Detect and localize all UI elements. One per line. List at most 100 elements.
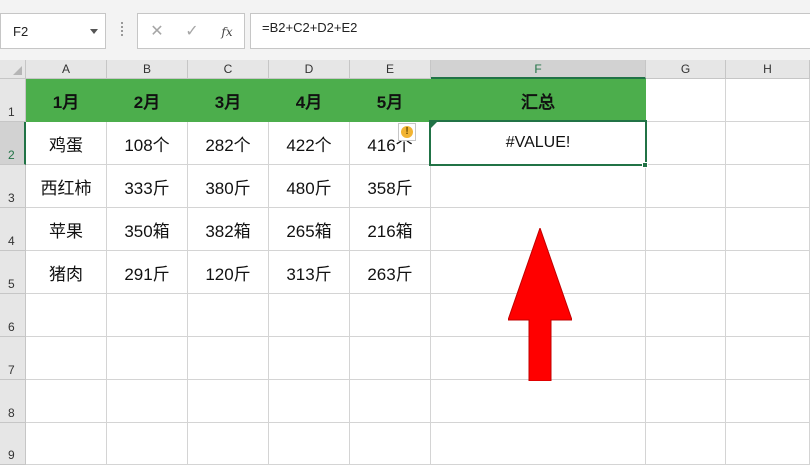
cell-e4[interactable]: 216箱 — [350, 208, 431, 251]
formula-input[interactable]: =B2+C2+D2+E2 — [250, 13, 810, 49]
column-header-c[interactable]: C — [188, 60, 269, 79]
row-header-6[interactable]: 6 — [0, 294, 26, 337]
row-header-8[interactable]: 8 — [0, 380, 26, 423]
cell-c5[interactable]: 120斤 — [188, 251, 269, 294]
cell-a3[interactable]: 西红柿 — [26, 165, 107, 208]
exclamation-icon: ! — [401, 126, 413, 138]
cell-f1[interactable]: 汇总 — [431, 79, 646, 122]
cancel-icon[interactable]: ✕ — [147, 22, 167, 42]
error-warning-button[interactable]: ! — [398, 123, 416, 141]
formula-bar: F2 ✕ ✓ fx =B2+C2+D2+E2 — [0, 0, 810, 60]
cell-g3[interactable] — [646, 165, 726, 208]
cell-c1[interactable]: 3月 — [188, 79, 269, 122]
cell-b6[interactable] — [107, 294, 188, 337]
name-box-value: F2 — [13, 24, 29, 39]
column-header-a[interactable]: A — [26, 60, 107, 79]
cell-f9[interactable] — [431, 423, 646, 465]
cell-a5[interactable]: 猪肉 — [26, 251, 107, 294]
cell-a8[interactable] — [26, 380, 107, 423]
cell-d1[interactable]: 4月 — [269, 79, 350, 122]
cell-g5[interactable] — [646, 251, 726, 294]
column-header-b[interactable]: B — [107, 60, 188, 79]
cell-d7[interactable] — [269, 337, 350, 380]
column-header-g[interactable]: G — [646, 60, 726, 79]
cell-b2[interactable]: 108个 — [107, 122, 188, 165]
cell-g4[interactable] — [646, 208, 726, 251]
cell-a1[interactable]: 1月 — [26, 79, 107, 122]
insert-function-icon[interactable]: fx — [217, 22, 237, 42]
cell-c7[interactable] — [188, 337, 269, 380]
cell-c6[interactable] — [188, 294, 269, 337]
cell-h3[interactable] — [726, 165, 810, 208]
cell-d2[interactable]: 422个 — [269, 122, 350, 165]
cell-h5[interactable] — [726, 251, 810, 294]
row-header-4[interactable]: 4 — [0, 208, 26, 251]
cell-c3[interactable]: 380斤 — [188, 165, 269, 208]
cell-a9[interactable] — [26, 423, 107, 465]
cell-a4[interactable]: 苹果 — [26, 208, 107, 251]
cell-e7[interactable] — [350, 337, 431, 380]
select-all-button[interactable] — [0, 60, 26, 79]
cell-g9[interactable] — [646, 423, 726, 465]
cell-e2[interactable]: 416个 — [350, 122, 431, 165]
cell-f8[interactable] — [431, 380, 646, 423]
cell-h7[interactable] — [726, 337, 810, 380]
row-header-3[interactable]: 3 — [0, 165, 26, 208]
cell-g6[interactable] — [646, 294, 726, 337]
row-header-5[interactable]: 5 — [0, 251, 26, 294]
row-header-7[interactable]: 7 — [0, 337, 26, 380]
cell-f3[interactable] — [431, 165, 646, 208]
cell-e6[interactable] — [350, 294, 431, 337]
cell-b1[interactable]: 2月 — [107, 79, 188, 122]
cell-e1[interactable]: 5月 — [350, 79, 431, 122]
cell-e3[interactable]: 358斤 — [350, 165, 431, 208]
column-header-e[interactable]: E — [350, 60, 431, 79]
cell-e8[interactable] — [350, 380, 431, 423]
cell-d8[interactable] — [269, 380, 350, 423]
formula-text: =B2+C2+D2+E2 — [262, 20, 358, 35]
cell-f2[interactable]: #VALUE! — [431, 122, 646, 165]
cell-a2[interactable]: 鸡蛋 — [26, 122, 107, 165]
cell-b5[interactable]: 291斤 — [107, 251, 188, 294]
cell-d3[interactable]: 480斤 — [269, 165, 350, 208]
cell-c9[interactable] — [188, 423, 269, 465]
cell-h8[interactable] — [726, 380, 810, 423]
cell-h1[interactable] — [726, 79, 810, 122]
cell-d4[interactable]: 265箱 — [269, 208, 350, 251]
formula-buttons: ✕ ✓ fx — [137, 13, 245, 49]
cell-b7[interactable] — [107, 337, 188, 380]
check-icon[interactable]: ✓ — [182, 22, 202, 42]
row-header-2[interactable]: 2 — [0, 122, 26, 165]
cell-e5[interactable]: 263斤 — [350, 251, 431, 294]
formula-bar-grip-icon[interactable] — [120, 22, 124, 40]
cell-c8[interactable] — [188, 380, 269, 423]
cell-h9[interactable] — [726, 423, 810, 465]
cell-d9[interactable] — [269, 423, 350, 465]
fill-handle[interactable] — [642, 162, 648, 168]
cell-g8[interactable] — [646, 380, 726, 423]
cell-e9[interactable] — [350, 423, 431, 465]
cell-c2[interactable]: 282个 — [188, 122, 269, 165]
cell-h2[interactable] — [726, 122, 810, 165]
cell-a6[interactable] — [26, 294, 107, 337]
cell-d5[interactable]: 313斤 — [269, 251, 350, 294]
cell-g1[interactable] — [646, 79, 726, 122]
cell-a7[interactable] — [26, 337, 107, 380]
column-header-f[interactable]: F — [431, 60, 646, 79]
cell-h4[interactable] — [726, 208, 810, 251]
cell-h6[interactable] — [726, 294, 810, 337]
cell-g2[interactable] — [646, 122, 726, 165]
row-header-9[interactable]: 9 — [0, 423, 26, 465]
column-header-d[interactable]: D — [269, 60, 350, 79]
name-box[interactable]: F2 — [0, 13, 106, 49]
cell-b3[interactable]: 333斤 — [107, 165, 188, 208]
cell-b4[interactable]: 350箱 — [107, 208, 188, 251]
name-box-dropdown-icon[interactable] — [90, 29, 98, 34]
cell-g7[interactable] — [646, 337, 726, 380]
row-header-1[interactable]: 1 — [0, 79, 26, 122]
cell-b9[interactable] — [107, 423, 188, 465]
cell-d6[interactable] — [269, 294, 350, 337]
cell-c4[interactable]: 382箱 — [188, 208, 269, 251]
cell-b8[interactable] — [107, 380, 188, 423]
column-header-h[interactable]: H — [726, 60, 810, 79]
